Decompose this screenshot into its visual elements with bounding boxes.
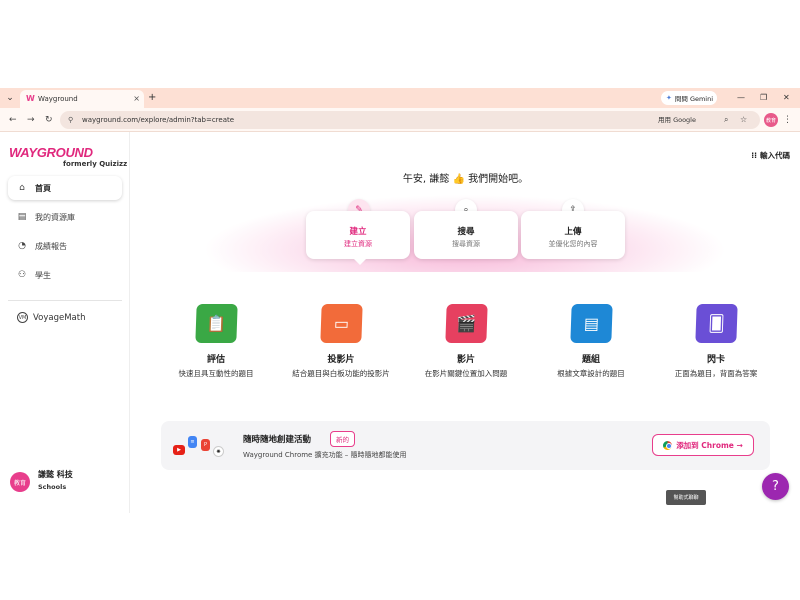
new-tab-button[interactable]: +	[148, 91, 156, 105]
add-to-chrome-button[interactable]: 添加到 Chrome →	[652, 434, 754, 456]
browser-tab[interactable]: W Wayground ×	[20, 90, 144, 108]
type-name: 題組	[581, 355, 600, 365]
action-sublabel: 建立資源	[344, 240, 372, 248]
chrome-icon	[663, 440, 673, 450]
type-name: 閃卡	[706, 355, 725, 365]
sidebar-item-label: 成績報告	[35, 241, 67, 251]
type-description: 結合題目與白板功能的投影片	[292, 369, 390, 378]
sidebar-item-home[interactable]: ⌂ 首頁	[8, 176, 122, 200]
type-description: 快速且具互動性的題目	[178, 369, 254, 378]
active-card-pointer	[354, 259, 366, 265]
gemini-icon: ✦	[666, 94, 672, 102]
user-name[interactable]: 謙懿 科技	[38, 469, 73, 480]
banner-title: 隨時隨地創建活動	[243, 435, 312, 445]
home-icon: ⌂	[19, 183, 25, 193]
tab-title: Wayground	[38, 95, 78, 103]
voyagemath-label: VoyageMath	[33, 312, 86, 323]
greeting-text: 午安, 謙懿 👍 我們開始吧。	[402, 174, 529, 185]
banner-app-icons: ▶ ≡ P ✺	[171, 433, 233, 459]
sidebar-item-reports[interactable]: ◔ 成績報告	[8, 234, 122, 258]
library-icon: ▤	[17, 212, 27, 222]
sidebar-item-label: 學生	[35, 270, 51, 280]
sidebar-divider	[8, 300, 122, 301]
assessment-icon: 📋	[195, 304, 238, 343]
type-name: 評估	[206, 355, 225, 365]
main-content: ⁝⁝ 輸入代碼 午安, 謙懿 👍 我們開始吧。 ✎ ⌕ ⇪ 建立 建立資源 搜尋…	[131, 132, 800, 513]
wayground-favicon-icon: W	[26, 94, 35, 103]
restore-button[interactable]: ❐	[760, 91, 767, 105]
students-icon: ⚇	[17, 270, 27, 280]
add-to-chrome-label: 添加到 Chrome →	[676, 440, 743, 450]
pdf-icon: P	[201, 439, 210, 451]
action-sublabel: 並優化您的內容	[548, 240, 598, 248]
help-tooltip: 幫助式聊聊	[666, 490, 706, 505]
back-icon[interactable]: ←	[9, 114, 17, 126]
search-action-card[interactable]: 搜尋 搜尋資源	[414, 211, 518, 259]
action-label: 上傳	[564, 227, 582, 237]
browser-tab-bar: ⌄ W Wayground × + ✦ 問問 Gemini — ❐ ✕	[0, 88, 800, 108]
passage-icon: ▤	[570, 304, 613, 343]
type-description: 正面為題目，背面為答案	[674, 369, 758, 378]
address-bar[interactable]: ⚲ wayground.com/explore/admin?tab=create…	[60, 111, 760, 129]
flashcard-icon: 🂠	[695, 304, 738, 343]
create-action-card[interactable]: 建立 建立資源	[306, 211, 410, 259]
type-description: 根據文章設計的題目	[557, 369, 625, 378]
upload-action-card[interactable]: 上傳 並優化您的內容	[521, 211, 625, 259]
voyagemath-icon: VM	[17, 312, 28, 323]
google-docs-icon: ≡	[188, 436, 197, 448]
tab-search-icon[interactable]: ⌄	[3, 91, 17, 105]
sidebar-item-label: 首頁	[35, 183, 51, 193]
url-text[interactable]: wayground.com/explore/admin?tab=create	[82, 114, 234, 126]
action-label: 搜尋	[457, 227, 475, 237]
new-badge: 新的	[330, 431, 355, 447]
bookmark-star-icon[interactable]: ☆	[740, 114, 747, 126]
forward-icon[interactable]: →	[27, 114, 35, 126]
close-window-button[interactable]: ✕	[783, 91, 790, 105]
sidebar-item-students[interactable]: ⚇ 學生	[8, 263, 122, 287]
browser-menu-icon[interactable]: ⋮	[783, 114, 792, 126]
qr-code-icon: ⁝⁝	[751, 151, 757, 160]
minimize-button[interactable]: —	[737, 91, 745, 105]
site-info-icon[interactable]: ⚲	[68, 114, 73, 126]
chrome-extension-banner: ▶ ≡ P ✺ 隨時隨地創建活動 新的 Wayground Chrome 擴充功…	[161, 421, 770, 470]
logo-wordmark: WAYGROUND	[9, 145, 93, 160]
action-sublabel: 搜尋資源	[452, 240, 480, 248]
tab-close-icon[interactable]: ×	[133, 93, 140, 105]
chatgpt-icon: ✺	[213, 446, 224, 457]
sidebar: WAYGROUND formerly Quizizz ⌂ 首頁 ▤ 我的資源庫 …	[0, 132, 130, 513]
logo-subtitle: formerly Quizizz	[63, 160, 128, 168]
reload-icon[interactable]: ↻	[45, 114, 53, 126]
zoom-icon[interactable]: ⌕	[724, 114, 728, 126]
ask-gemini-label: 問問 Gemini	[674, 95, 714, 103]
action-label: 建立	[349, 227, 367, 237]
youtube-icon: ▶	[173, 445, 185, 455]
sidebar-item-library[interactable]: ▤ 我的資源庫	[8, 205, 122, 229]
user-avatar[interactable]: 教育	[10, 472, 30, 492]
browser-toolbar: ← → ↻ ⚲ wayground.com/explore/admin?tab=…	[0, 108, 800, 132]
type-description: 在影片關鍵位置加入問題	[424, 369, 508, 378]
help-button[interactable]: ?	[762, 473, 789, 500]
video-icon: 🎬	[445, 304, 488, 343]
profile-avatar[interactable]: 教育	[764, 113, 778, 127]
ask-gemini-button[interactable]: ✦ 問問 Gemini	[661, 91, 717, 105]
report-icon: ◔	[18, 241, 26, 251]
user-school: Schools	[38, 483, 67, 491]
browser-viewport: ⌄ W Wayground × + ✦ 問問 Gemini — ❐ ✕ ← → …	[0, 88, 800, 513]
type-name: 影片	[456, 355, 475, 365]
enter-code-label: 輸入代碼	[760, 151, 790, 160]
slides-icon: ▭	[320, 304, 363, 343]
google-lens-button[interactable]: 用用 Google	[658, 114, 696, 126]
wayground-logo[interactable]: WAYGROUND formerly Quizizz	[9, 142, 127, 168]
sidebar-item-label: 我的資源庫	[35, 212, 75, 222]
type-name: 投影片	[327, 355, 355, 365]
banner-description: Wayground Chrome 擴充功能 – 隨時隨地都能使用	[243, 451, 407, 459]
enter-code-button[interactable]: ⁝⁝ 輸入代碼	[751, 150, 790, 161]
voyagemath-link[interactable]: VM VoyageMath	[17, 312, 85, 323]
